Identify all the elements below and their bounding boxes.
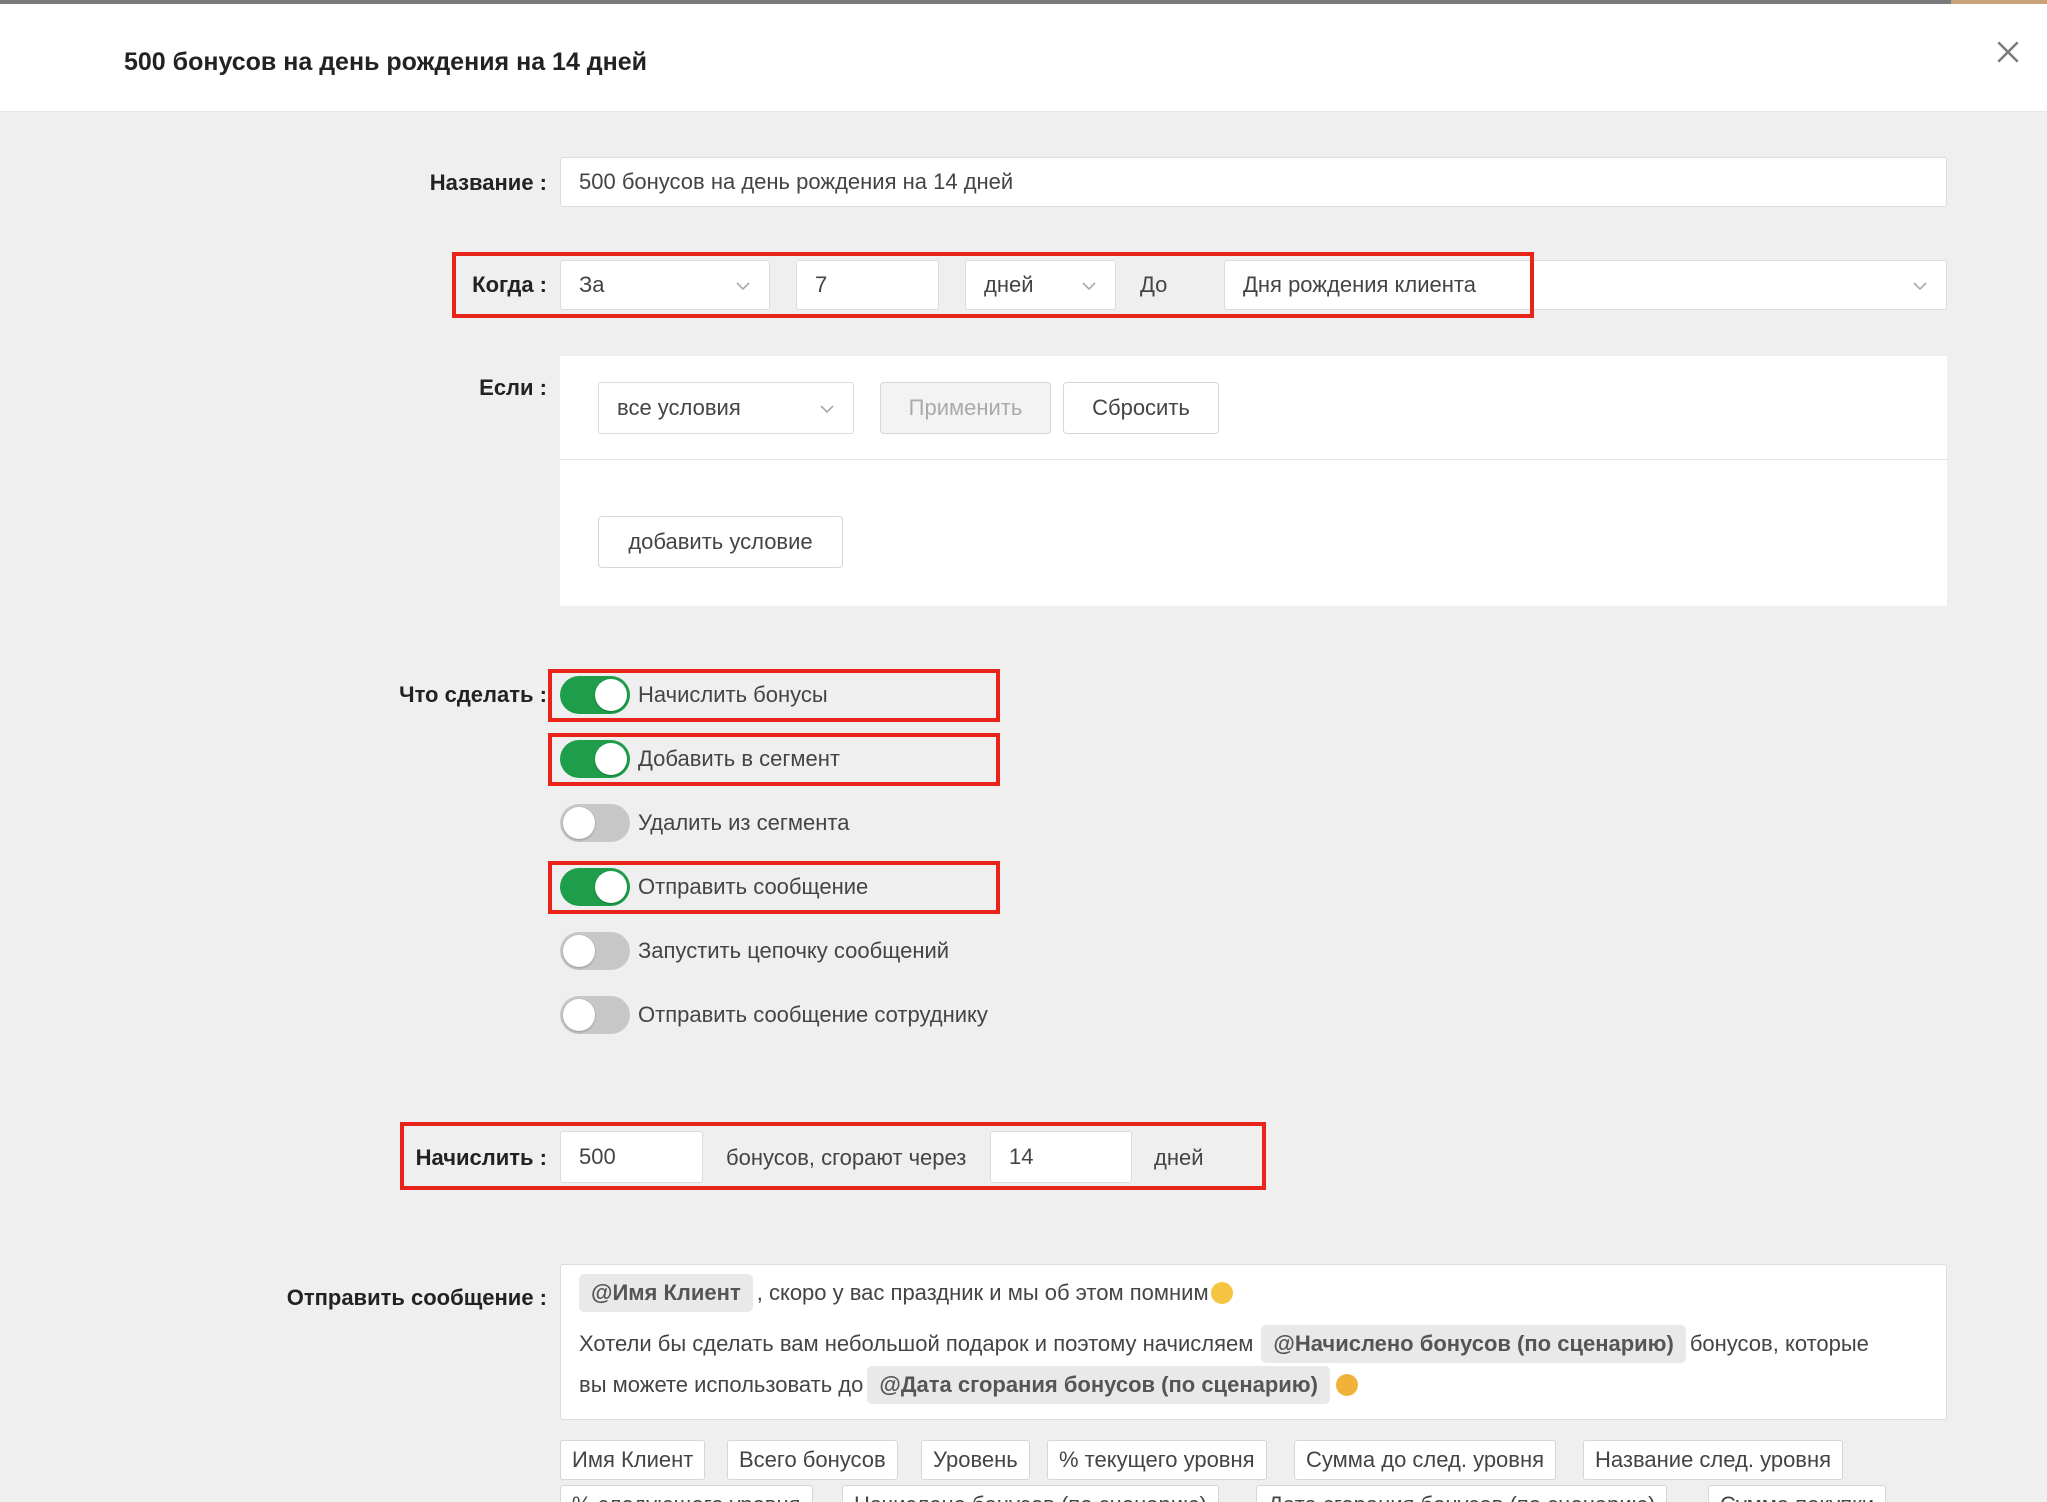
if-label: Если :	[479, 375, 547, 400]
variable-chip-bonus-expiry-date[interactable]: Дата сгорания бонусов (по сценарию)	[1256, 1485, 1668, 1502]
tag-accrued-bonuses[interactable]: @Начислено бонусов (по сценарию)	[1261, 1325, 1686, 1363]
variable-chip-client-name[interactable]: Имя Клиент	[560, 1440, 706, 1480]
smile-halo-emoji-icon	[1210, 1282, 1233, 1304]
message-text-2-tail: бонусов, которые	[1689, 1331, 1869, 1356]
toggle-knob	[595, 743, 627, 775]
action-send-message[interactable]: Отправить сообщение	[560, 867, 868, 907]
chevron-down-icon	[1081, 274, 1097, 291]
when-relation-text: До	[1140, 272, 1168, 297]
message-text-3: вы можете использовать до	[579, 1372, 864, 1397]
modal-header: 500 бонусов на день рождения на 14 дней	[0, 4, 2047, 112]
add-to-segment-toggle[interactable]	[560, 740, 630, 778]
accrue-days-input[interactable]: 14	[990, 1131, 1132, 1183]
variable-chip-amount-to-next-level[interactable]: Сумма до след. уровня	[1294, 1440, 1557, 1480]
add-condition-button[interactable]: добавить условие	[598, 516, 843, 568]
variable-chip-purchase-amount[interactable]: Сумма покупки	[1708, 1485, 1887, 1502]
message-employee-toggle[interactable]	[560, 996, 630, 1034]
message-label: Отправить сообщение :	[286, 1285, 547, 1310]
name-input[interactable]: 500 бонусов на день рождения на 14 дней	[560, 157, 1947, 207]
close-icon	[1997, 41, 2019, 63]
when-direction-value: За	[579, 272, 605, 297]
chevron-down-icon	[735, 274, 751, 291]
variable-chip-next-level-percent[interactable]: % следующего уровня	[560, 1485, 813, 1502]
message-line-1: @Имя Клиент , скоро у вас праздник и мы …	[579, 1271, 1233, 1315]
tag-bonus-expiry-date[interactable]: @Дата сгорания бонусов (по сценарию)	[867, 1366, 1330, 1404]
remove-from-segment-toggle[interactable]	[560, 804, 630, 842]
when-unit-select[interactable]: дней	[965, 260, 1116, 310]
message-text-2: Хотели бы сделать вам небольшой подарок …	[579, 1331, 1254, 1356]
variable-chip-next-level-name[interactable]: Название след. уровня	[1583, 1440, 1844, 1480]
close-button[interactable]	[1990, 34, 2026, 70]
variable-chip-level[interactable]: Уровень	[921, 1440, 1030, 1480]
accrue-label: Начислить :	[415, 1145, 547, 1170]
send-message-toggle[interactable]	[560, 868, 630, 906]
toggle-knob	[563, 999, 595, 1031]
remove-from-segment-label: Удалить из сегмента	[638, 810, 850, 835]
action-accrue-bonuses[interactable]: Начислить бонусы	[560, 675, 828, 715]
when-unit-value: дней	[984, 272, 1034, 297]
send-message-label: Отправить сообщение	[638, 874, 869, 899]
message-editor[interactable]: @Имя Клиент , скоро у вас праздник и мы …	[560, 1264, 1947, 1420]
toggle-knob	[563, 935, 595, 967]
tag-client-name[interactable]: @Имя Клиент	[579, 1274, 753, 1312]
add-to-segment-label: Добавить в сегмент	[638, 746, 840, 771]
chevron-down-icon	[1912, 274, 1928, 291]
action-message-employee[interactable]: Отправить сообщение сотруднику	[560, 995, 988, 1035]
when-event-value: Дня рождения клиента	[1243, 272, 1476, 297]
message-line-3: вы можете использовать до @Дата сгорания…	[579, 1363, 1358, 1407]
name-label: Название :	[429, 170, 547, 195]
when-amount-input[interactable]: 7	[796, 260, 939, 310]
accrue-middle-text: бонусов, сгорают через	[726, 1145, 967, 1170]
toggle-knob	[595, 679, 627, 711]
conditions-divider	[560, 459, 1947, 460]
message-employee-label: Отправить сообщение сотруднику	[638, 1002, 988, 1027]
message-line-2: Хотели бы сделать вам небольшой подарок …	[579, 1322, 1869, 1366]
conditions-mode-value: все условия	[617, 395, 741, 420]
variable-chip-accrued-bonuses[interactable]: Начислено бонусов (по сценарию)	[842, 1485, 1219, 1502]
modal-title: 500 бонусов на день рождения на 14 дней	[124, 48, 648, 76]
when-label: Когда :	[472, 272, 547, 297]
action-remove-from-segment[interactable]: Удалить из сегмента	[560, 803, 849, 843]
accrue-amount-input[interactable]: 500	[560, 1131, 703, 1183]
variable-chip-current-level-percent[interactable]: % текущего уровня	[1047, 1440, 1267, 1480]
toggle-knob	[563, 807, 595, 839]
variable-chip-total-bonuses[interactable]: Всего бонусов	[727, 1440, 898, 1480]
accrue-days-unit: дней	[1154, 1145, 1204, 1170]
message-text-1: , скоро у вас праздник и мы об этом помн…	[756, 1280, 1209, 1305]
reset-button[interactable]: Сбросить	[1063, 382, 1219, 434]
start-chain-label: Запустить цепочку сообщений	[638, 938, 950, 963]
actions-label: Что сделать :	[399, 682, 547, 707]
conditions-panel: все условия Применить Сбросить добавить …	[560, 356, 1947, 606]
apply-button[interactable]: Применить	[880, 382, 1051, 434]
party-face-emoji-icon	[1335, 1374, 1358, 1396]
start-chain-toggle[interactable]	[560, 932, 630, 970]
action-start-chain[interactable]: Запустить цепочку сообщений	[560, 931, 949, 971]
chevron-down-icon	[819, 397, 835, 414]
action-add-to-segment[interactable]: Добавить в сегмент	[560, 739, 840, 779]
conditions-mode-select[interactable]: все условия	[598, 382, 854, 434]
accrue-bonuses-toggle[interactable]	[560, 676, 630, 714]
when-event-select[interactable]: Дня рождения клиента	[1224, 260, 1947, 310]
when-direction-select[interactable]: За	[560, 260, 770, 310]
toggle-knob	[595, 871, 627, 903]
accrue-bonuses-label: Начислить бонусы	[638, 682, 828, 707]
